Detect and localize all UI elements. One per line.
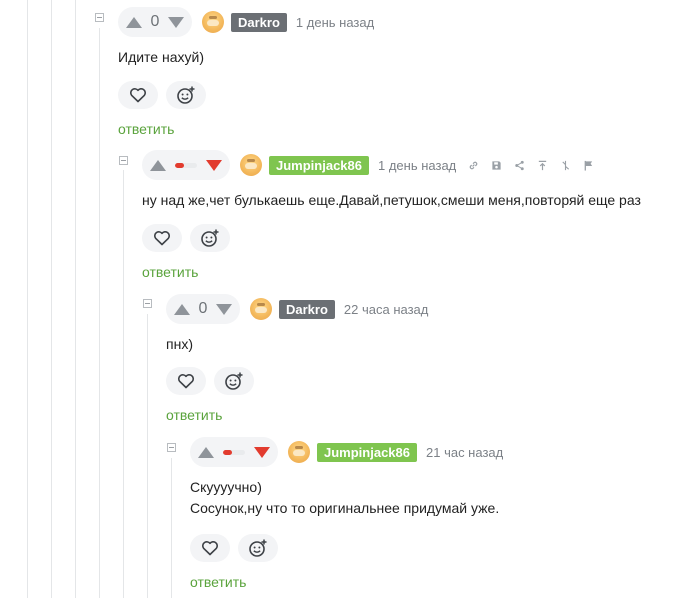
comment-header: Jumpinjack86 1 день назад (142, 149, 594, 181)
like-button[interactable] (142, 224, 182, 252)
downvote-icon[interactable] (254, 446, 270, 458)
emoji-add-icon (249, 539, 267, 557)
reaction-button[interactable] (190, 224, 230, 252)
comment-text: Скуууучно) Сосунок,ну что то оригинальне… (190, 477, 499, 519)
rating-bar (223, 449, 245, 455)
thread-line (51, 0, 52, 598)
comment-header: 0 Darkro 1 день назад (118, 6, 374, 38)
like-button[interactable] (190, 534, 230, 562)
upvote-icon[interactable] (150, 159, 166, 171)
thread-line (123, 170, 124, 598)
author-nick[interactable]: Jumpinjack86 (269, 155, 369, 175)
avatar[interactable] (288, 441, 310, 463)
score: 0 (198, 300, 208, 317)
vote-box (190, 437, 278, 467)
thread-line (147, 314, 148, 598)
heart-icon (130, 88, 146, 103)
collapse-toggle[interactable] (95, 13, 104, 22)
comment-actions (118, 81, 206, 109)
reply-link[interactable]: ответить (190, 574, 246, 590)
comment-line: Идите нахуй) (118, 49, 204, 65)
collapse-toggle[interactable] (119, 156, 128, 165)
rating-bar-fill (223, 449, 232, 455)
reaction-button[interactable] (238, 534, 278, 562)
score: 0 (150, 13, 160, 30)
like-button[interactable] (166, 367, 206, 395)
emoji-add-icon (201, 229, 219, 247)
comment-line: Скуууучно) (190, 479, 262, 495)
collapse-toggle[interactable] (167, 443, 176, 452)
downvote-icon[interactable] (168, 16, 184, 28)
rating-bar (175, 162, 197, 168)
comment-actions (166, 367, 254, 395)
avatar[interactable] (240, 154, 262, 176)
emoji-add-icon (225, 372, 243, 390)
heart-icon (178, 374, 194, 389)
comment-header: Jumpinjack86 21 час назад (190, 436, 503, 468)
upvote-icon[interactable] (126, 16, 142, 28)
reply-link[interactable]: ответить (166, 407, 222, 423)
reply-link[interactable]: ответить (142, 264, 198, 280)
author-nick[interactable]: Jumpinjack86 (317, 442, 417, 462)
reaction-button[interactable] (166, 81, 206, 109)
vote-box: 0 (118, 7, 192, 37)
comment-header: 0 Darkro 22 часа назад (166, 293, 428, 325)
flag-icon[interactable] (583, 160, 594, 171)
comment-text: пнх) (166, 334, 193, 355)
comment-line: пнх) (166, 336, 193, 352)
thread-line (99, 28, 100, 598)
timestamp[interactable]: 1 день назад (296, 15, 374, 30)
vote-box: 0 (166, 294, 240, 324)
comment-line: Сосунок,ну что то оригинальнее придумай … (190, 500, 500, 516)
reply-link[interactable]: ответить (118, 121, 174, 137)
comment-actions (190, 534, 278, 562)
scroll-up-icon[interactable] (537, 160, 548, 171)
heart-icon (154, 231, 170, 246)
thread-line (171, 458, 172, 598)
collapse-toggle[interactable] (143, 299, 152, 308)
avatar[interactable] (202, 11, 224, 33)
thread-line (27, 0, 28, 598)
rating-bar-fill (175, 162, 184, 168)
heart-icon (202, 541, 218, 556)
emoji-add-icon (177, 86, 195, 104)
comment-text: ну над же,чет булькаешь еще.Давай,петушо… (142, 190, 641, 211)
save-icon[interactable] (491, 160, 502, 171)
timestamp[interactable]: 21 час назад (426, 445, 503, 460)
reaction-button[interactable] (214, 367, 254, 395)
comment-line: ну над же,чет булькаешь еще.Давай,петушо… (142, 192, 641, 208)
like-button[interactable] (118, 81, 158, 109)
comment-text: Идите нахуй) (118, 47, 204, 68)
branch-icon[interactable] (560, 160, 571, 171)
share-icon[interactable] (514, 160, 525, 171)
upvote-icon[interactable] (198, 446, 214, 458)
avatar[interactable] (250, 298, 272, 320)
upvote-icon[interactable] (174, 303, 190, 315)
comment-actions (142, 224, 230, 252)
downvote-icon[interactable] (216, 303, 232, 315)
downvote-icon[interactable] (206, 159, 222, 171)
author-nick[interactable]: Darkro (231, 12, 287, 32)
timestamp[interactable]: 1 день назад (378, 158, 456, 173)
thread-line (75, 0, 76, 598)
link-icon[interactable] (468, 160, 479, 171)
vote-box (142, 150, 230, 180)
comment-tools (468, 160, 594, 171)
timestamp[interactable]: 22 часа назад (344, 302, 428, 317)
author-nick[interactable]: Darkro (279, 299, 335, 319)
